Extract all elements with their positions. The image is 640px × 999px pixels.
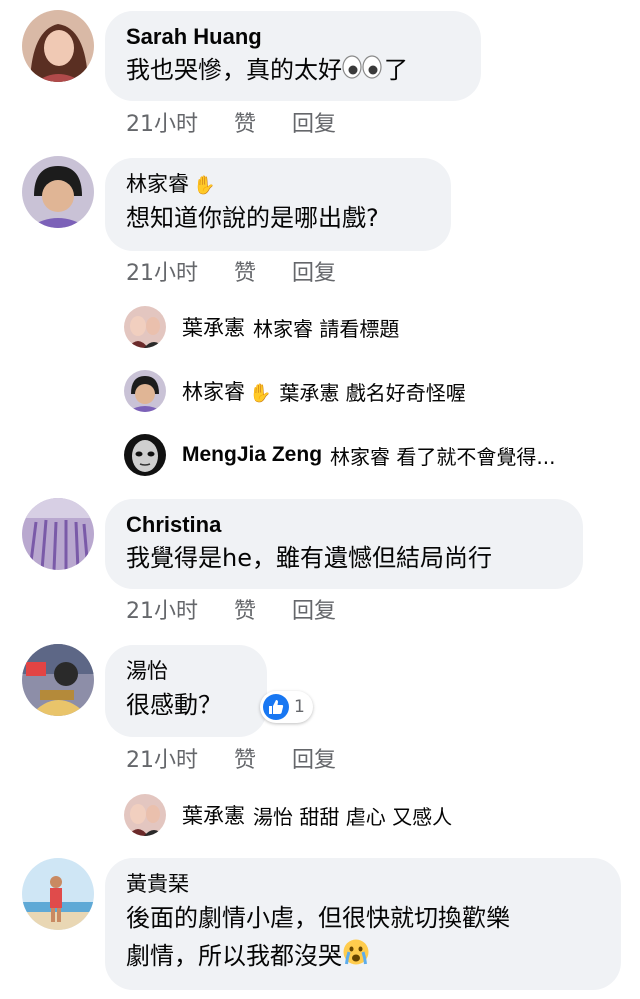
comment-bubble: Christina 我覺得是he，雖有遺憾但結局尚行 — [105, 499, 583, 589]
comment-text: 想知道你說的是哪出戲? — [126, 204, 379, 232]
comment-actions: 21小时 赞 回复 — [126, 593, 372, 625]
waving-hand-icon: ✋ — [193, 175, 216, 195]
reaction-count: 1 — [294, 697, 305, 717]
reply-text: 林家睿 看了就不會覺得... — [330, 444, 556, 469]
comment-author[interactable]: 湯怡 — [126, 657, 245, 686]
reply-text: 葉承憲 戲名好奇怪喔 — [279, 380, 466, 405]
avatar[interactable] — [124, 434, 166, 476]
avatar[interactable] — [124, 794, 166, 836]
reply-item[interactable]: 葉承憲 湯怡 甜甜 虐心 又感人 — [124, 793, 452, 837]
timestamp[interactable]: 21小时 — [126, 112, 198, 137]
reply-author[interactable]: MengJia Zeng — [182, 443, 322, 467]
comment-bubble: 林家睿 ✋ 想知道你說的是哪出戲? — [105, 158, 451, 251]
reply-button[interactable]: 回复 — [292, 261, 336, 286]
avatar[interactable] — [124, 306, 166, 348]
reply-item[interactable]: 林家睿 ✋ 葉承憲 戲名好奇怪喔 — [124, 369, 466, 413]
like-button[interactable]: 赞 — [234, 112, 256, 137]
like-button[interactable]: 赞 — [234, 599, 256, 624]
timestamp[interactable]: 21小时 — [126, 261, 198, 286]
comment-actions: 21小时 赞 回复 — [126, 742, 372, 774]
comment-text: 後面的劇情小虐，但很快就切換歡樂 — [126, 904, 510, 932]
comment-actions: 21小时 赞 回复 — [126, 106, 372, 138]
reply-author[interactable]: 葉承憲 — [182, 800, 245, 830]
like-button[interactable]: 赞 — [234, 261, 256, 286]
comment-bubble: 湯怡 很感動？ — [105, 645, 267, 737]
comment-text: 很感動？ — [126, 691, 222, 719]
reply-button[interactable]: 回复 — [292, 112, 336, 137]
avatar[interactable] — [22, 644, 94, 716]
comment-bubble: 黃貴琹 後面的劇情小虐，但很快就切換歡樂 劇情，所以我都沒哭 — [105, 858, 621, 990]
timestamp[interactable]: 21小时 — [126, 748, 198, 773]
comment-author[interactable]: 黃貴琹 — [126, 870, 599, 899]
avatar[interactable] — [22, 10, 94, 82]
comment-bubble: Sarah Huang 我也哭慘，真的太好了 — [105, 11, 481, 101]
reply-text: 林家睿 請看標題 — [253, 316, 400, 341]
like-button[interactable]: 赞 — [234, 748, 256, 773]
avatar[interactable] — [22, 498, 94, 570]
eyes-emoji-icon — [342, 52, 384, 90]
comment-actions: 21小时 赞 回复 — [126, 255, 372, 287]
waving-hand-icon: ✋ — [249, 383, 272, 403]
avatar[interactable] — [22, 858, 94, 930]
avatar[interactable] — [22, 156, 94, 228]
crying-emoji-icon — [342, 938, 370, 977]
like-thumb-icon — [263, 694, 289, 720]
reply-button[interactable]: 回复 — [292, 599, 336, 624]
reply-button[interactable]: 回复 — [292, 748, 336, 773]
comment-text: 我也哭慘，真的太好了 — [126, 51, 459, 90]
avatar[interactable] — [124, 370, 166, 412]
reply-item[interactable]: MengJia Zeng 林家睿 看了就不會覺得... — [124, 433, 555, 477]
comment-text: 我覺得是he，雖有遺憾但結局尚行 — [126, 544, 492, 572]
timestamp[interactable]: 21小时 — [126, 599, 198, 624]
comment-author[interactable]: Christina — [126, 511, 561, 539]
reply-author[interactable]: 葉承憲 — [182, 312, 245, 342]
comment-author[interactable]: 林家睿 ✋ — [126, 170, 429, 199]
reaction-badge[interactable]: 1 — [260, 691, 313, 723]
comment-author[interactable]: Sarah Huang — [126, 23, 459, 51]
reply-author[interactable]: 林家睿 ✋ — [182, 376, 271, 406]
reply-text: 湯怡 甜甜 虐心 又感人 — [253, 804, 453, 829]
comment-text: 劇情，所以我都沒哭 — [126, 937, 599, 977]
reply-item[interactable]: 葉承憲 林家睿 請看標題 — [124, 305, 399, 349]
